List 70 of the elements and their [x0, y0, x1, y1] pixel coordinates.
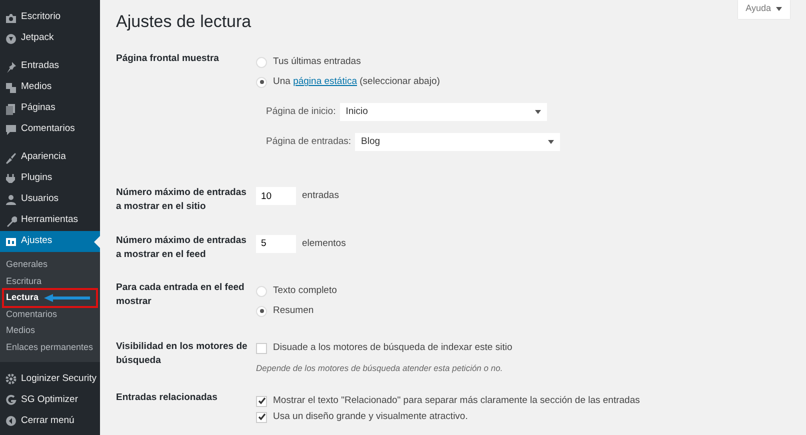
submenu-item[interactable]: Comentarios [0, 306, 100, 322]
radio-button[interactable] [256, 56, 267, 68]
select-label: Página de inicio: [266, 105, 336, 120]
caret-icon [548, 140, 554, 144]
setting-label: Página frontal muestra [116, 52, 220, 66]
collapse-icon [5, 415, 17, 428]
submenu-item[interactable]: Generales [0, 256, 100, 273]
submenu-item[interactable]: Enlaces permanentes [0, 338, 100, 356]
radio-label: Texto completo [273, 284, 337, 298]
submenu-item[interactable]: Lectura [0, 289, 100, 306]
media-icon [5, 82, 17, 94]
page-select[interactable]: Inicio [340, 103, 547, 122]
page-select[interactable]: Blog [355, 133, 560, 152]
setting-label: Número máximo de entradas a mostrar en el sitio [116, 186, 248, 214]
caret-icon [776, 6, 782, 11]
menu-item[interactable]: Medios [0, 77, 100, 98]
page-title: Ajustes de lectura [116, 12, 252, 32]
unit-label: elementos [302, 236, 346, 251]
dashboard-icon [5, 12, 17, 24]
checkbox[interactable] [256, 412, 267, 423]
setting-label: Número máximo de entradas a mostrar en el feed [116, 234, 248, 262]
swirl-icon [5, 394, 17, 406]
help-dropdown-button[interactable]: Ayuda [738, 0, 790, 18]
checkbox[interactable] [256, 342, 267, 354]
caret-icon [534, 110, 541, 114]
plug-icon [5, 172, 17, 184]
menu-item[interactable]: Jetpack [0, 28, 100, 49]
pushpin-icon [5, 60, 17, 72]
radio-button[interactable] [256, 76, 267, 88]
menu-item[interactable]: Cerrar menú [0, 410, 100, 432]
number-field[interactable]: 5 [256, 234, 296, 253]
checkbox-label: Mostrar el texto "Relacionado" para separar más claramente la sección de las entradas [273, 394, 640, 408]
setting-label: Para cada entrada en el feed mostrar [116, 281, 246, 310]
radio-button[interactable] [256, 286, 267, 297]
menu-item[interactable]: Páginas [0, 98, 100, 119]
menu-item[interactable]: Comentarios [0, 119, 100, 140]
pages-icon [5, 102, 17, 114]
radio-label: Tus últimas entradas [273, 55, 361, 70]
menu-item[interactable]: SG Optimizer [0, 390, 100, 411]
submenu-item[interactable]: Medios [0, 322, 100, 339]
menu-item[interactable]: Entradas [0, 56, 100, 77]
radio-button[interactable] [256, 306, 267, 317]
radio-label: Una página estática (seleccionar abajo) [273, 75, 440, 90]
help-text: Depende de los motores de búsqueda atender esta petición o no. [256, 362, 504, 376]
static-page-link[interactable]: página estática [293, 76, 357, 88]
menu-item[interactable]: Herramientas [0, 210, 100, 231]
setting-label: Entradas relacionadas [116, 391, 218, 406]
gear-icon [5, 373, 17, 386]
menu-item[interactable]: Loginizer Security [0, 368, 100, 390]
submenu-item[interactable]: Escritura [0, 272, 100, 290]
menu-item[interactable]: Escritorio [0, 7, 100, 28]
checkbox-label: Usa un diseño grande y visualmente atractivo. [273, 410, 468, 424]
wrench-icon [5, 214, 17, 226]
unit-label: entradas [302, 189, 339, 204]
setting-label: Visibilidad en los motores de búsqueda [116, 340, 248, 368]
select-label: Página de entradas: [266, 135, 352, 150]
brush-icon [5, 152, 17, 164]
circle-icon [5, 32, 17, 44]
menu-item[interactable]: Plugins [0, 168, 100, 189]
number-field[interactable]: 10 [256, 187, 296, 206]
user-icon [5, 194, 17, 206]
menu-item[interactable]: Ajustes [0, 231, 100, 252]
checkbox[interactable] [256, 396, 267, 407]
menu-item[interactable]: Usuarios [0, 189, 100, 210]
radio-label: Resumen [273, 304, 314, 318]
settings-icon [5, 236, 17, 248]
menu-item[interactable]: Apariencia [0, 147, 100, 168]
checkbox-label: Disuade a los motores de búsqueda de indexar este sitio [273, 341, 512, 356]
arrow-icon [44, 294, 92, 302]
comment-icon [5, 124, 17, 136]
